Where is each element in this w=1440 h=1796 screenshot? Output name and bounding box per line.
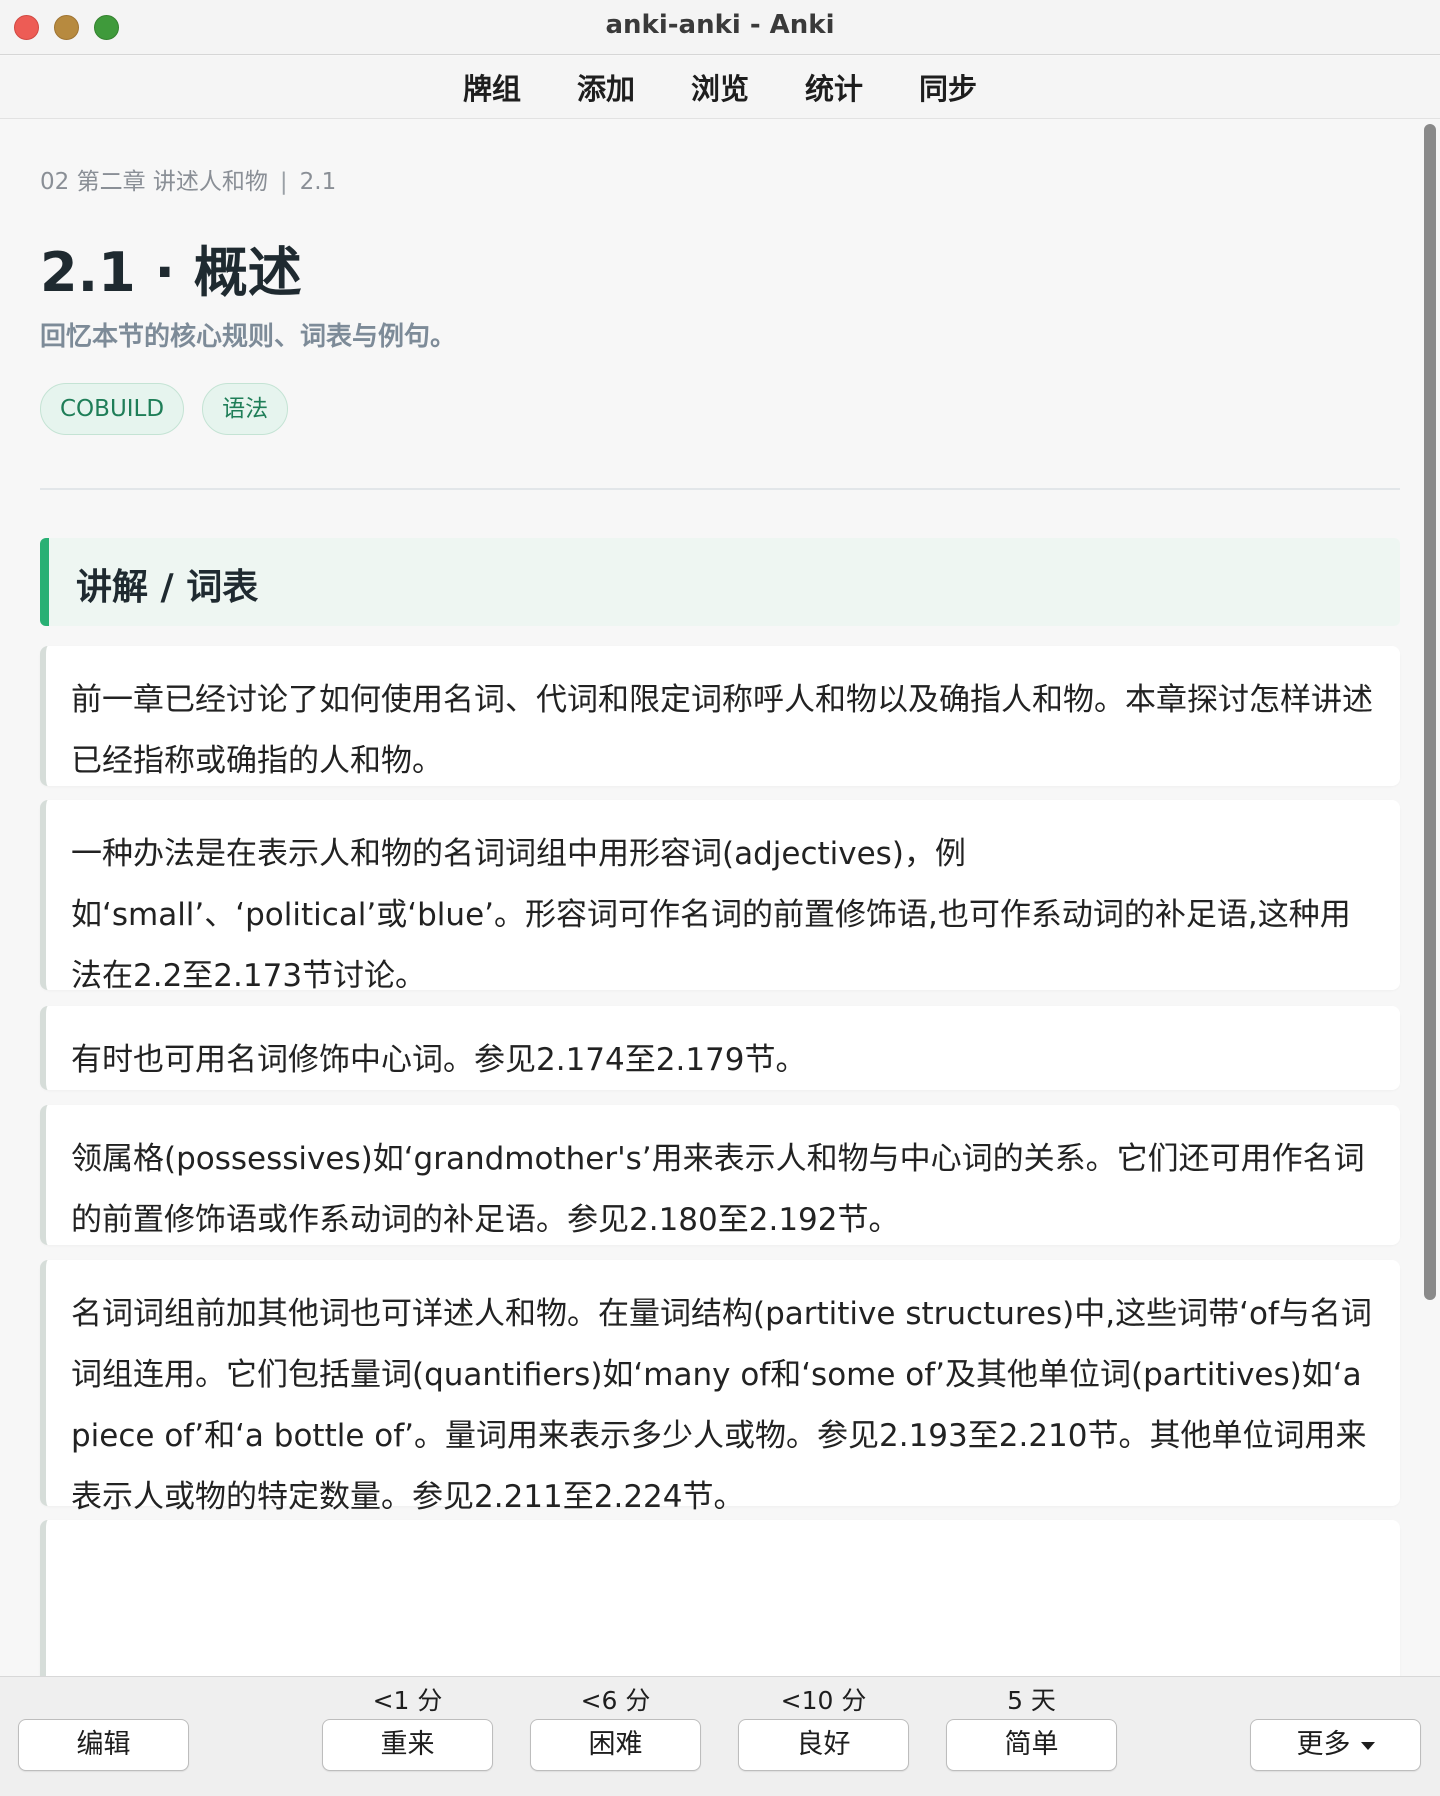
toolbar-add[interactable]: 添加 xyxy=(549,66,663,108)
window-title: anki-anki - Anki xyxy=(605,10,835,40)
tag-badge: 语法 xyxy=(202,383,289,435)
toolbar-decks[interactable]: 牌组 xyxy=(435,66,549,108)
good-interval: <10 分 xyxy=(780,1686,867,1715)
easy-interval: 5 天 xyxy=(1007,1686,1056,1715)
more-label: 更多 xyxy=(1296,1729,1351,1760)
paragraph-card: 名词词组前加其他词也可详述人和物。在量词结构(partitive structu… xyxy=(40,1260,1400,1515)
card-content: 02 第二章 讲述人和物 | 2.1 2.1 · 概述 回忆本节的核心规则、词表与例… xyxy=(0,120,1420,1676)
anki-window: anki-anki - Anki 牌组 添加 浏览 统计 同步 02 第二章 讲… xyxy=(0,0,1440,1796)
breadcrumb: 02 第二章 讲述人和物 | 2.1 xyxy=(40,162,336,196)
good-button[interactable]: 良好 xyxy=(738,1719,909,1771)
breadcrumb-section: 2.1 xyxy=(299,169,337,195)
chevron-down-icon xyxy=(1360,1741,1375,1750)
card-subtitle: 回忆本节的核心规则、词表与例句。 xyxy=(40,322,457,352)
paragraph-text: 一种办法是在表示人和物的名词词组中用形容词(adjectives)，例如‘sma… xyxy=(71,836,1351,994)
again-interval: <1 分 xyxy=(372,1686,443,1715)
main-toolbar: 牌组 添加 浏览 统计 同步 xyxy=(0,56,1440,119)
paragraph-text: 领属格(possessives)如‘grandmother's’用来表示人和物与… xyxy=(71,1141,1365,1238)
paragraph-card: 前一章已经讨论了如何使用名词、代词和限定词称呼人和物以及确指人和物。本章探讨怎样… xyxy=(40,646,1400,786)
breadcrumb-separator: | xyxy=(279,169,288,195)
title-bar: anki-anki - Anki xyxy=(0,0,1440,55)
easy-button[interactable]: 简单 xyxy=(946,1719,1117,1771)
again-button[interactable]: 重来 xyxy=(322,1719,493,1771)
scrollbar-thumb[interactable] xyxy=(1424,124,1436,1300)
tag-list: COBUILD 语法 xyxy=(40,383,289,435)
hard-interval: <6 分 xyxy=(580,1686,651,1715)
more-button[interactable]: 更多 xyxy=(1250,1719,1421,1771)
paragraph-text: 有时也可用名词修饰中心词。参见2.174至2.179节。 xyxy=(71,1042,807,1078)
review-bottom-bar: 编辑 <1 分 重来 <6 分 困难 <10 分 良好 5 天 简单 更多 xyxy=(0,1676,1440,1796)
paragraph-text: 前一章已经讨论了如何使用名词、代词和限定词称呼人和物以及确指人和物。本章探讨怎样… xyxy=(71,682,1373,779)
toolbar-stats[interactable]: 统计 xyxy=(777,66,891,108)
section-header-label: 讲解 / 词表 xyxy=(76,567,259,608)
breadcrumb-deck: 02 第二章 讲述人和物 xyxy=(40,169,268,195)
paragraph-card: 有时也可用名词修饰中心词。参见2.174至2.179节。 xyxy=(40,1006,1400,1090)
paragraph-card: 一种办法是在表示人和物的名词词组中用形容词(adjectives)，例如‘sma… xyxy=(40,800,1400,994)
paragraph-text: 名词词组前加其他词也可详述人和物。在量词结构(partitive structu… xyxy=(71,1296,1372,1515)
toolbar-sync[interactable]: 同步 xyxy=(891,66,1005,108)
hard-button[interactable]: 困难 xyxy=(530,1719,701,1771)
tag-badge: COBUILD xyxy=(40,383,185,435)
paragraph-card-partial xyxy=(40,1520,1400,1676)
section-header: 讲解 / 词表 xyxy=(40,538,1400,626)
paragraph-card: 领属格(possessives)如‘grandmother's’用来表示人和物与… xyxy=(40,1105,1400,1245)
card-title: 2.1 · 概述 xyxy=(40,241,302,304)
edit-button[interactable]: 编辑 xyxy=(18,1719,189,1771)
divider xyxy=(40,488,1400,490)
toolbar-browse[interactable]: 浏览 xyxy=(663,66,777,108)
